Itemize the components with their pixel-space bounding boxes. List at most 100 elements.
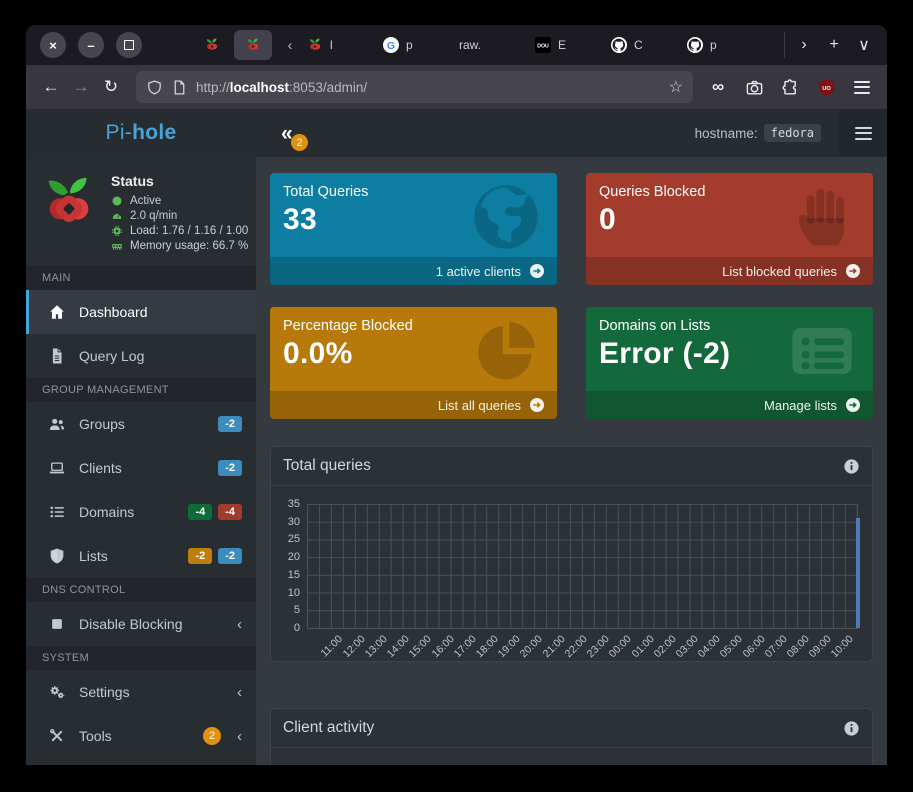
hostname-value: fedora [764,124,821,142]
sidebar-item-tools[interactable]: Tools2‹ [26,714,256,758]
plus-icon: + [829,36,838,54]
y-axis-tick-label: 5 [271,604,300,616]
info-icon[interactable] [843,458,860,475]
back-button[interactable]: ← [36,72,66,102]
card-footer-link[interactable]: List all queries [270,391,557,419]
sidebar-item-badges: -2-2 [188,548,242,564]
reload-button[interactable]: ↻ [96,72,126,102]
status-text: Memory usage: 66.7 % [130,240,248,252]
google-favicon-icon: G [383,37,399,53]
screenshot-camera-icon[interactable] [739,72,769,102]
hostname: hostname: fedora [695,124,821,142]
browser-tab[interactable]: l [300,30,376,60]
info-icon[interactable] [843,720,860,737]
browser-tab[interactable]: raw. [452,30,528,60]
x-axis-tick-label: 21:00 [540,633,567,660]
minimize-button[interactable]: – [78,32,104,58]
header-menu-button[interactable] [839,109,887,157]
sidebar-item-settings[interactable]: Settings‹ [26,670,256,714]
browser-tab[interactable]: C [604,30,680,60]
tab-title: C [634,38,643,52]
memory-icon [111,240,123,252]
tab-title: E [558,38,566,52]
status-text: 2.0 q/min [130,210,177,222]
summary-cards: Total Queries331 active clientsQueries B… [270,173,873,419]
address-bar[interactable]: http://localhost:8053/admin/ ☆ [136,71,693,103]
tab-title: l [330,38,333,52]
site-info-icon[interactable] [171,79,188,96]
sidebar-item-badges: -2 [218,460,242,476]
extensions-puzzle-icon[interactable] [775,72,805,102]
y-axis-tick-label: 30 [271,516,300,528]
x-axis-tick-label: 13:00 [363,633,390,660]
close-button[interactable]: × [40,32,66,58]
screen: × – ‹lGpraw.DOUECp › + ∨ ← → ↻ http://lo… [0,0,913,792]
x-axis-tick-label: 11:00 [319,633,346,660]
pihole-favicon-icon [204,37,220,53]
sidebar-item-badges: 2‹ [203,727,242,745]
status-title: Status [111,173,248,189]
arrow-circle-right-icon [529,263,545,279]
sidebar-item-dashboard[interactable]: Dashboard [26,290,256,334]
chip-icon [111,225,123,237]
card-footer-link[interactable]: 1 active clients [270,257,557,285]
arrow-circle-right-icon [845,397,861,413]
window-controls: × – [40,32,142,58]
infinity-extension-icon[interactable]: ∞ [703,72,733,102]
tracking-protection-shield-icon[interactable] [146,79,163,96]
x-axis-tick-label: 17:00 [451,633,478,660]
scroll-tabs-right-button[interactable]: › [789,30,819,60]
sidebar-section-header: SYSTEM [26,646,256,670]
minimize-icon: – [87,38,94,53]
sidebar-item-badges: -4-4 [188,504,242,520]
sidebar-item-label: Groups [79,416,125,432]
x-axis-tick-label: 03:00 [674,633,701,660]
app-header: Pi-hole « 2 hostname: fedora [26,109,887,157]
bookmark-star-icon[interactable]: ☆ [669,77,683,97]
ublock-origin-icon[interactable]: UO [811,72,841,102]
scroll-tabs-left-button[interactable]: ‹ [280,37,300,54]
tab-title: p [406,38,413,52]
maximize-icon [124,40,134,50]
menu-button[interactable] [847,72,877,102]
x-axis-tick-label: 14:00 [385,633,412,660]
card-footer-label: List blocked queries [722,264,837,279]
x-axis-tick-label: 10:00 [829,633,856,660]
pihole-logo[interactable]: Pi-hole [26,109,256,157]
file-icon [48,347,66,365]
x-axis-tick-label: 04:00 [696,633,723,660]
new-tab-button[interactable]: + [819,30,849,60]
card-total-queries: Total Queries331 active clients [270,173,557,285]
back-icon: ← [43,77,60,97]
count-badge: -4 [218,504,242,520]
hostname-label: hostname: [695,126,758,141]
maximize-button[interactable] [116,32,142,58]
sidebar-item-query-log[interactable]: Query Log [26,334,256,378]
card-footer-link[interactable]: Manage lists [586,391,873,419]
browser-tab[interactable]: DOUE [528,30,604,60]
pinned-tab[interactable] [198,30,226,60]
browser-tab[interactable]: Gp [376,30,452,60]
hand-icon [787,182,857,252]
users-icon [48,415,66,433]
arrow-circle-right-icon [845,263,861,279]
active-tab[interactable] [234,30,272,60]
sidebar-item-groups[interactable]: Groups-2 [26,402,256,446]
y-axis-tick-label: 0 [271,622,300,634]
chevron-left-icon: ‹ [237,684,242,701]
status-line: 2.0 q/min [111,210,248,222]
arrow-circle-right-icon [529,397,545,413]
forward-button[interactable]: → [66,72,96,102]
sidebar-item-clients[interactable]: Clients-2 [26,446,256,490]
tab-actions: › + ∨ [784,32,879,58]
x-axis-tick-label: 05:00 [718,633,745,660]
tab-strip: ‹lGpraw.DOUECp [198,25,756,65]
list-tabs-button[interactable]: ∨ [849,30,879,60]
card-footer-link[interactable]: List blocked queries [586,257,873,285]
header-main: « 2 hostname: fedora [256,109,887,157]
sidebar-item-lists[interactable]: Lists -2-2 [26,534,256,578]
browser-tab[interactable]: p [680,30,756,60]
sidebar-item-disable-blocking[interactable]: Disable Blocking‹ [26,602,256,646]
sidebar-item-domains[interactable]: Domains-4-4 [26,490,256,534]
sidebar-item-label: Lists [79,548,108,564]
